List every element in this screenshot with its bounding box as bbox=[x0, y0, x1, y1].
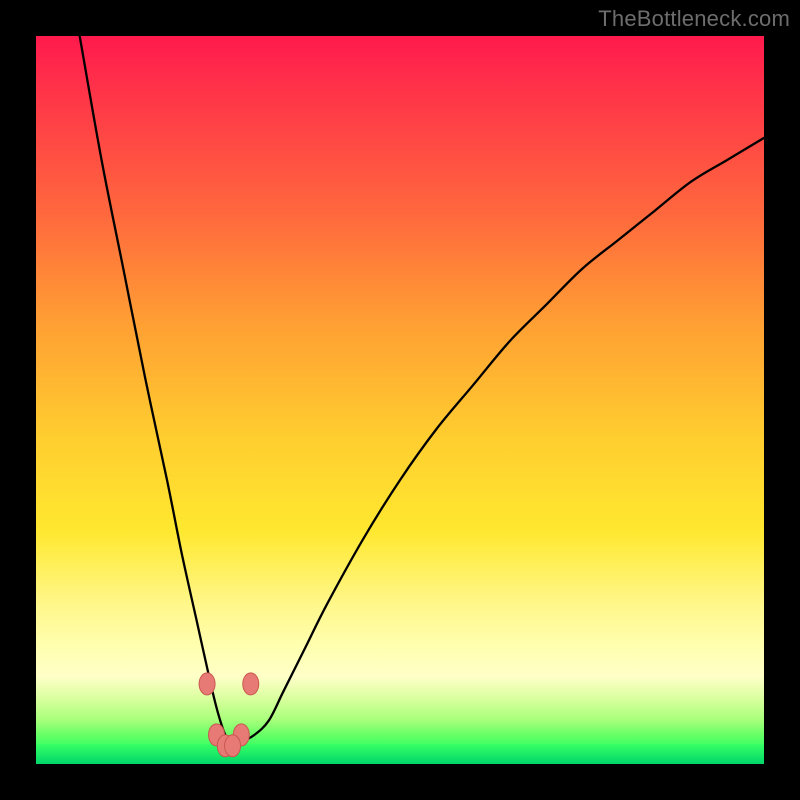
curve-layer bbox=[36, 36, 764, 764]
bottleneck-curve bbox=[80, 36, 764, 743]
watermark-label: TheBottleneck.com bbox=[598, 6, 790, 32]
plot-area bbox=[36, 36, 764, 764]
data-marker bbox=[225, 735, 241, 757]
data-marker bbox=[243, 673, 259, 695]
chart-frame: TheBottleneck.com bbox=[0, 0, 800, 800]
data-markers bbox=[199, 673, 259, 757]
data-marker bbox=[199, 673, 215, 695]
